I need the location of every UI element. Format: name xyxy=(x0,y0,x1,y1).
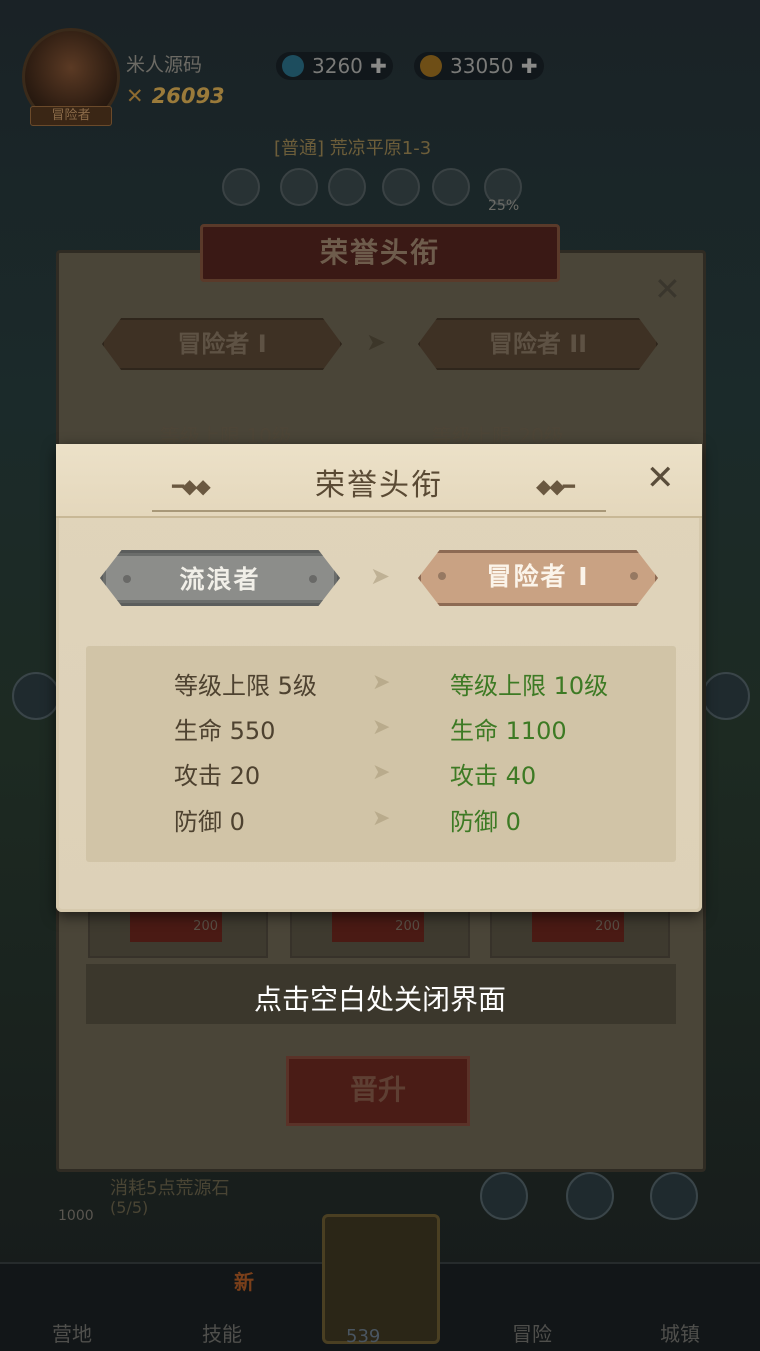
stat-new-value: 生命 1100 xyxy=(450,717,567,745)
battle-icon[interactable] xyxy=(702,672,750,720)
stage-progress-percent: 25% xyxy=(488,198,520,214)
nav-adventure[interactable]: 冒险 xyxy=(512,1318,552,1347)
honor-title-panel-banner: 荣誉头衔 xyxy=(200,224,560,282)
rank-arrow-icon: ➤ xyxy=(370,562,391,590)
reward-card[interactable]: 200 xyxy=(290,906,470,958)
pill-dot xyxy=(309,575,317,583)
stage-node-icon xyxy=(222,168,260,206)
nav-center-card[interactable] xyxy=(322,1214,440,1344)
skill-orb-icon[interactable] xyxy=(650,1172,698,1220)
combat-power: ✕ 26093 xyxy=(126,84,225,108)
consume-count: (5/5) xyxy=(110,1198,149,1217)
refresh-icon[interactable] xyxy=(480,1172,528,1220)
stat-new-value: 防御 0 xyxy=(450,808,521,836)
diamond-value: 3260 xyxy=(312,54,363,78)
stat-arrow-icon: ➤ xyxy=(372,806,391,831)
tap-to-close-hint[interactable]: 点击空白处关闭界面 xyxy=(0,978,760,1018)
panel-to-rank: 冒险者 II xyxy=(418,318,658,370)
player-rank-tag: 冒险者 xyxy=(30,106,112,126)
promote-button[interactable]: 晋升 xyxy=(286,1056,470,1126)
top-bar: 冒险者 米人源码 ✕ 26093 3260 ✚ 33050 ✚ xyxy=(0,0,760,140)
stat-row-defense: 防御 0 ➤ 防御 0 xyxy=(86,802,676,842)
stage-node-icon xyxy=(328,168,366,206)
stat-arrow-icon: ➤ xyxy=(372,715,391,740)
reward-card[interactable]: 200 xyxy=(88,906,268,958)
current-rank-badge: 流浪者 xyxy=(100,550,340,606)
pill-dot xyxy=(123,575,131,583)
next-rank-label: 冒险者 I xyxy=(486,562,590,591)
panel-level-from: 等级上限 10级 xyxy=(160,424,292,448)
stats-comparison: 等级上限 5级 ➤ 等级上限 10级 生命 550 ➤ 生命 1100 攻击 2… xyxy=(86,646,676,862)
stat-old-value: 生命 550 xyxy=(174,717,276,745)
reward-card[interactable]: 200 xyxy=(490,906,670,958)
stage-node-icon xyxy=(382,168,420,206)
nav-skills[interactable]: 技能 xyxy=(202,1318,242,1347)
dialog-title: 荣誉头衔 xyxy=(315,468,443,503)
consume-text: 消耗5点荒源石 xyxy=(110,1178,230,1199)
reward-card-cost: 200 xyxy=(532,912,624,942)
ornament-right-icon: ◆◆━ xyxy=(536,474,575,498)
diamond-counter: 3260 ✚ xyxy=(276,52,393,80)
stage-label: [普通] 荒凉平原1-3 xyxy=(274,138,432,159)
honor-title-dialog: ━◆◆ 荣誉头衔 ◆◆━ ✕ 流浪者 ➤ 冒险者 I 等级上限 5级 ➤ 等级上… xyxy=(56,444,702,912)
stat-old-value: 防御 0 xyxy=(174,808,245,836)
add-gold-button[interactable]: ✚ xyxy=(521,52,538,80)
panel-level-to: 等级上限 20级 xyxy=(432,424,564,448)
crossed-swords-icon: ✕ xyxy=(126,84,144,108)
stat-arrow-icon: ➤ xyxy=(372,670,391,695)
gold-counter: 33050 ✚ xyxy=(414,52,544,80)
stat-new-value: 等级上限 10级 xyxy=(450,672,609,700)
reward-card-cost: 200 xyxy=(130,912,222,942)
panel-rank-arrow-icon: ➤ xyxy=(366,328,387,356)
close-icon[interactable]: ✕ xyxy=(646,458,675,498)
new-badge: 新 xyxy=(234,1270,254,1294)
header-divider xyxy=(152,510,606,512)
crown-icon[interactable] xyxy=(566,1172,614,1220)
add-diamond-button[interactable]: ✚ xyxy=(370,52,387,80)
nav-center-count: 539 xyxy=(346,1326,381,1347)
current-rank-label: 流浪者 xyxy=(179,565,261,594)
pill-dot xyxy=(438,572,446,580)
pill-dot xyxy=(630,572,638,580)
stat-row-level: 等级上限 5级 ➤ 等级上限 10级 xyxy=(86,666,676,706)
stat-old-value: 攻击 20 xyxy=(174,762,261,790)
panel-from-rank: 冒险者 I xyxy=(102,318,342,370)
crystal-count: 1000 xyxy=(58,1208,94,1224)
nav-town[interactable]: 城镇 xyxy=(660,1318,700,1347)
dialog-header: ━◆◆ 荣誉头衔 ◆◆━ ✕ xyxy=(56,444,702,518)
diamond-icon xyxy=(282,55,304,77)
chat-icon[interactable] xyxy=(12,672,60,720)
combat-power-value: 26093 xyxy=(151,84,225,108)
player-name: 米人源码 xyxy=(126,54,203,76)
gold-value: 33050 xyxy=(450,54,514,78)
stat-row-attack: 攻击 20 ➤ 攻击 40 xyxy=(86,756,676,796)
next-rank-badge: 冒险者 I xyxy=(418,550,658,606)
panel-close-icon[interactable]: ✕ xyxy=(654,270,681,308)
nav-camp[interactable]: 营地 xyxy=(52,1318,92,1347)
stage-node-icon xyxy=(280,168,318,206)
stage-node-icon xyxy=(432,168,470,206)
stat-row-hp: 生命 550 ➤ 生命 1100 xyxy=(86,711,676,751)
gold-coin-icon xyxy=(420,55,442,77)
reward-card-cost: 200 xyxy=(332,912,424,942)
stat-old-value: 等级上限 5级 xyxy=(174,672,317,700)
stat-new-value: 攻击 40 xyxy=(450,762,537,790)
stat-arrow-icon: ➤ xyxy=(372,760,391,785)
